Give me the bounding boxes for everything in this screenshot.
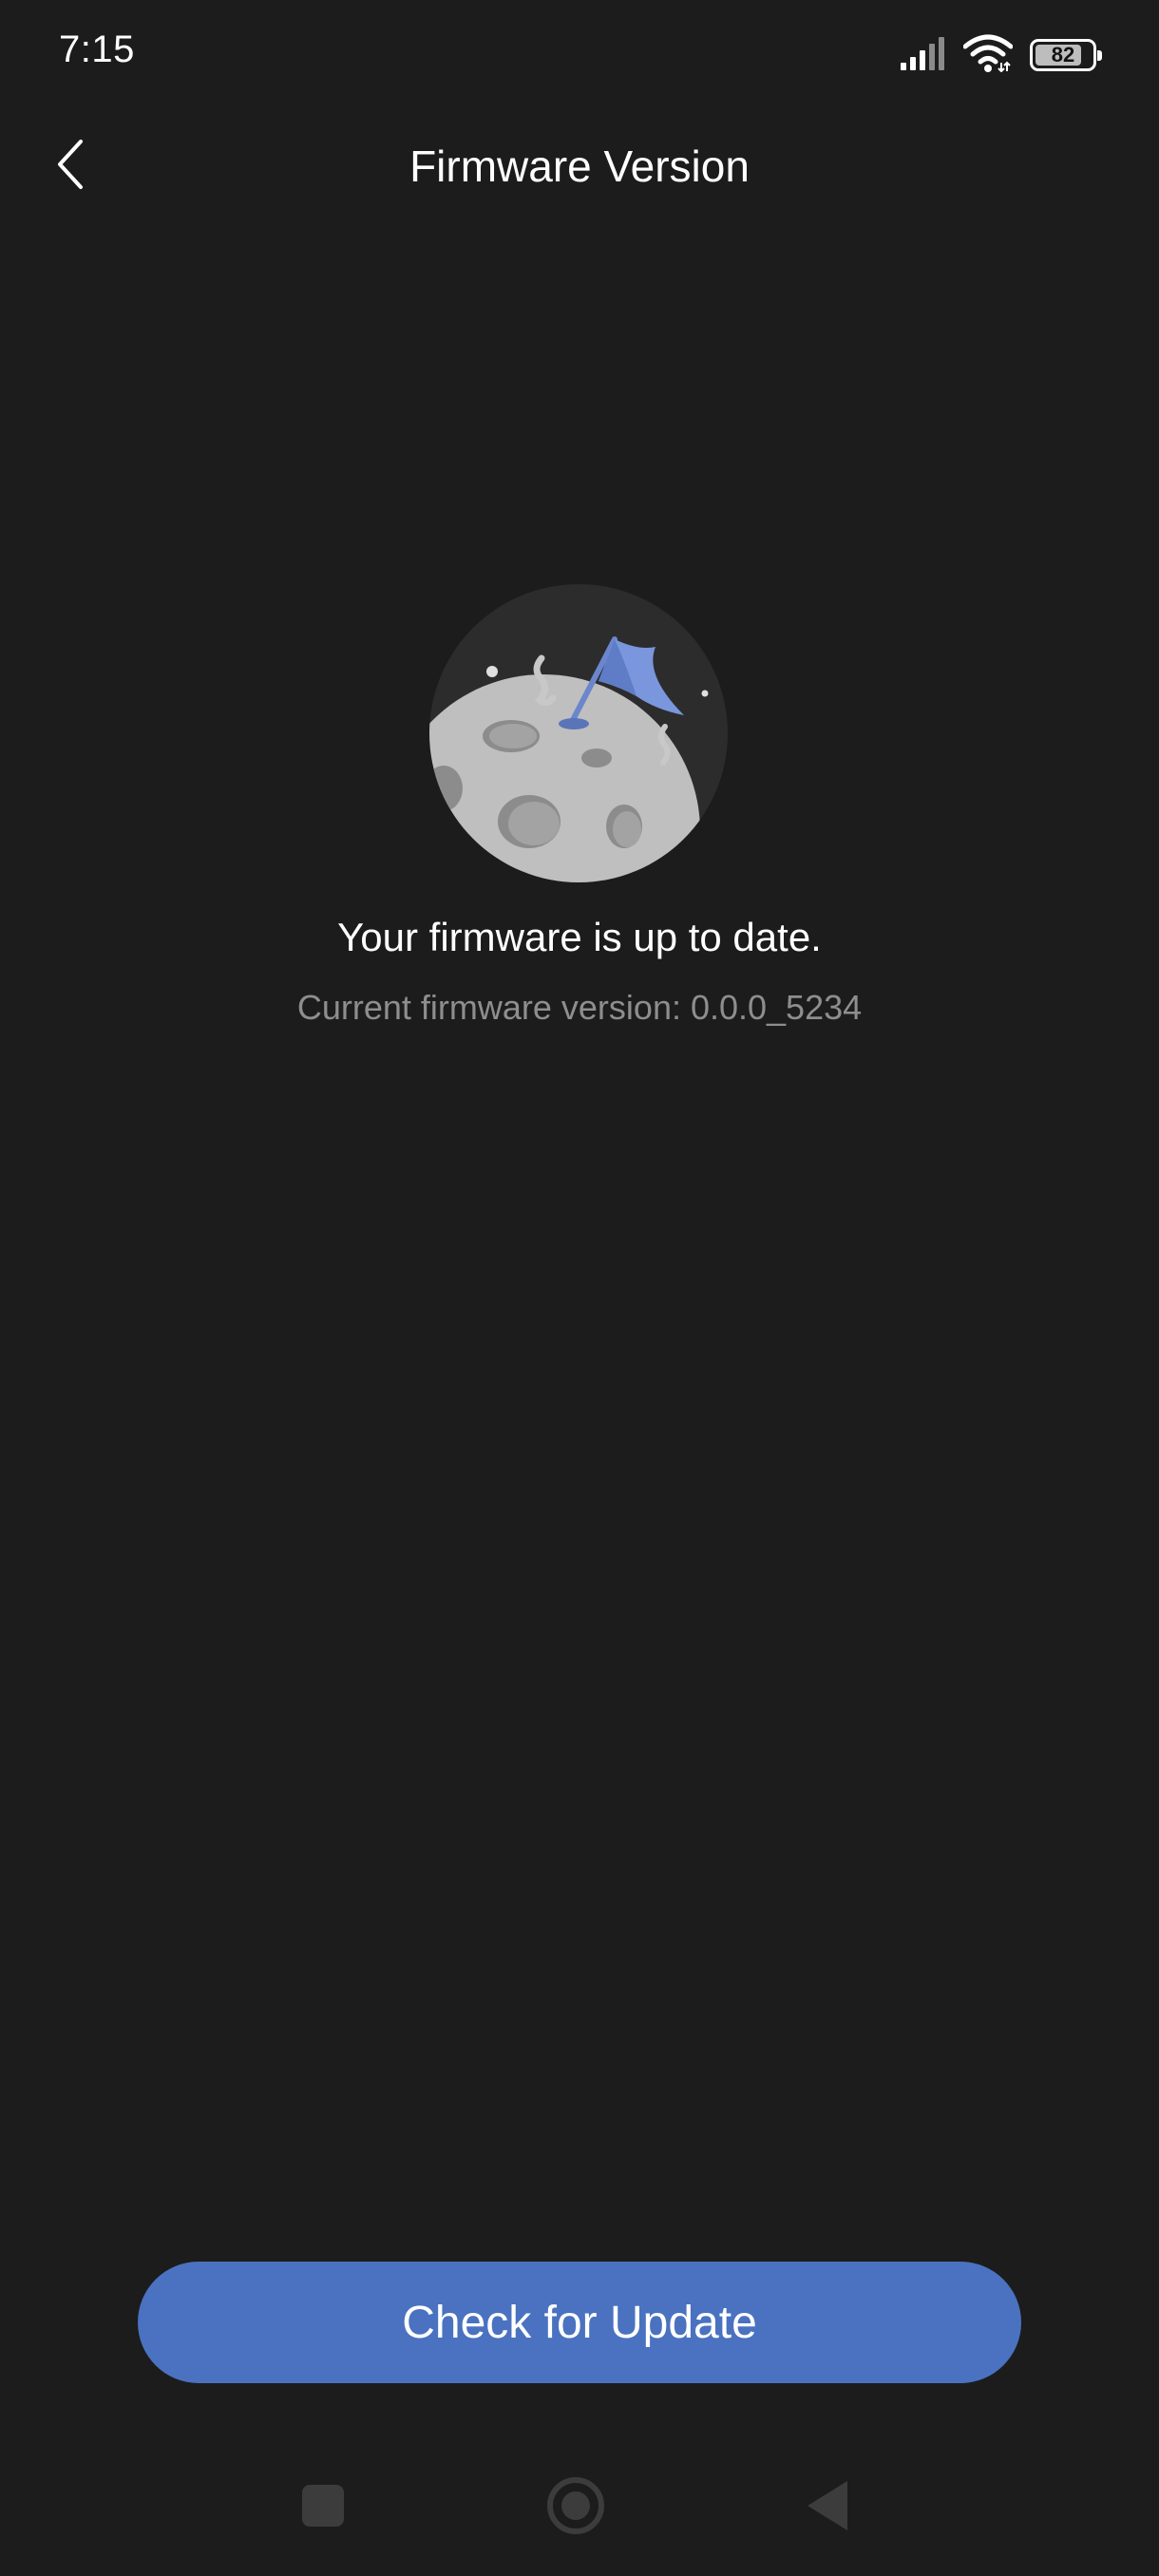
back-nav-icon[interactable] [808, 2481, 847, 2530]
moon-flag-illustration [429, 584, 728, 882]
navigation-bar [0, 2460, 1159, 2555]
status-icons: 82 [899, 34, 1102, 77]
signal-icon [899, 36, 946, 75]
recent-apps-icon[interactable] [302, 2485, 344, 2527]
status-bar: 7:15 82 [0, 0, 1159, 104]
page-title: Firmware Version [409, 142, 750, 191]
up-to-date-message: Your firmware is up to date. [337, 915, 822, 959]
battery-percentage: 82 [1051, 43, 1075, 66]
header: Firmware Version [0, 114, 1159, 218]
check-for-update-button[interactable]: Check for Update [138, 2262, 1021, 2383]
current-version-text: Current firmware version: 0.0.0_5234 [296, 988, 863, 1027]
status-time: 7:15 [59, 28, 135, 70]
battery-icon: 82 [1030, 39, 1102, 71]
home-icon-dot [561, 2491, 590, 2520]
home-icon[interactable] [547, 2477, 604, 2534]
wifi-icon [962, 34, 1014, 77]
